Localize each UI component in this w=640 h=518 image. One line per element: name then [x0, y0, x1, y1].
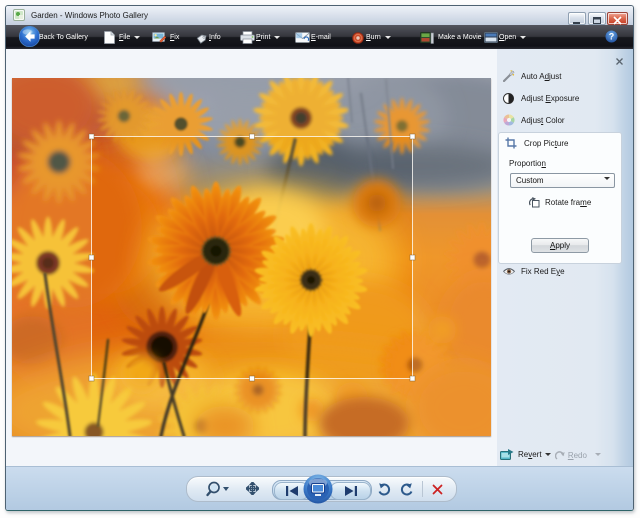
svg-text:?: ? — [609, 32, 615, 42]
